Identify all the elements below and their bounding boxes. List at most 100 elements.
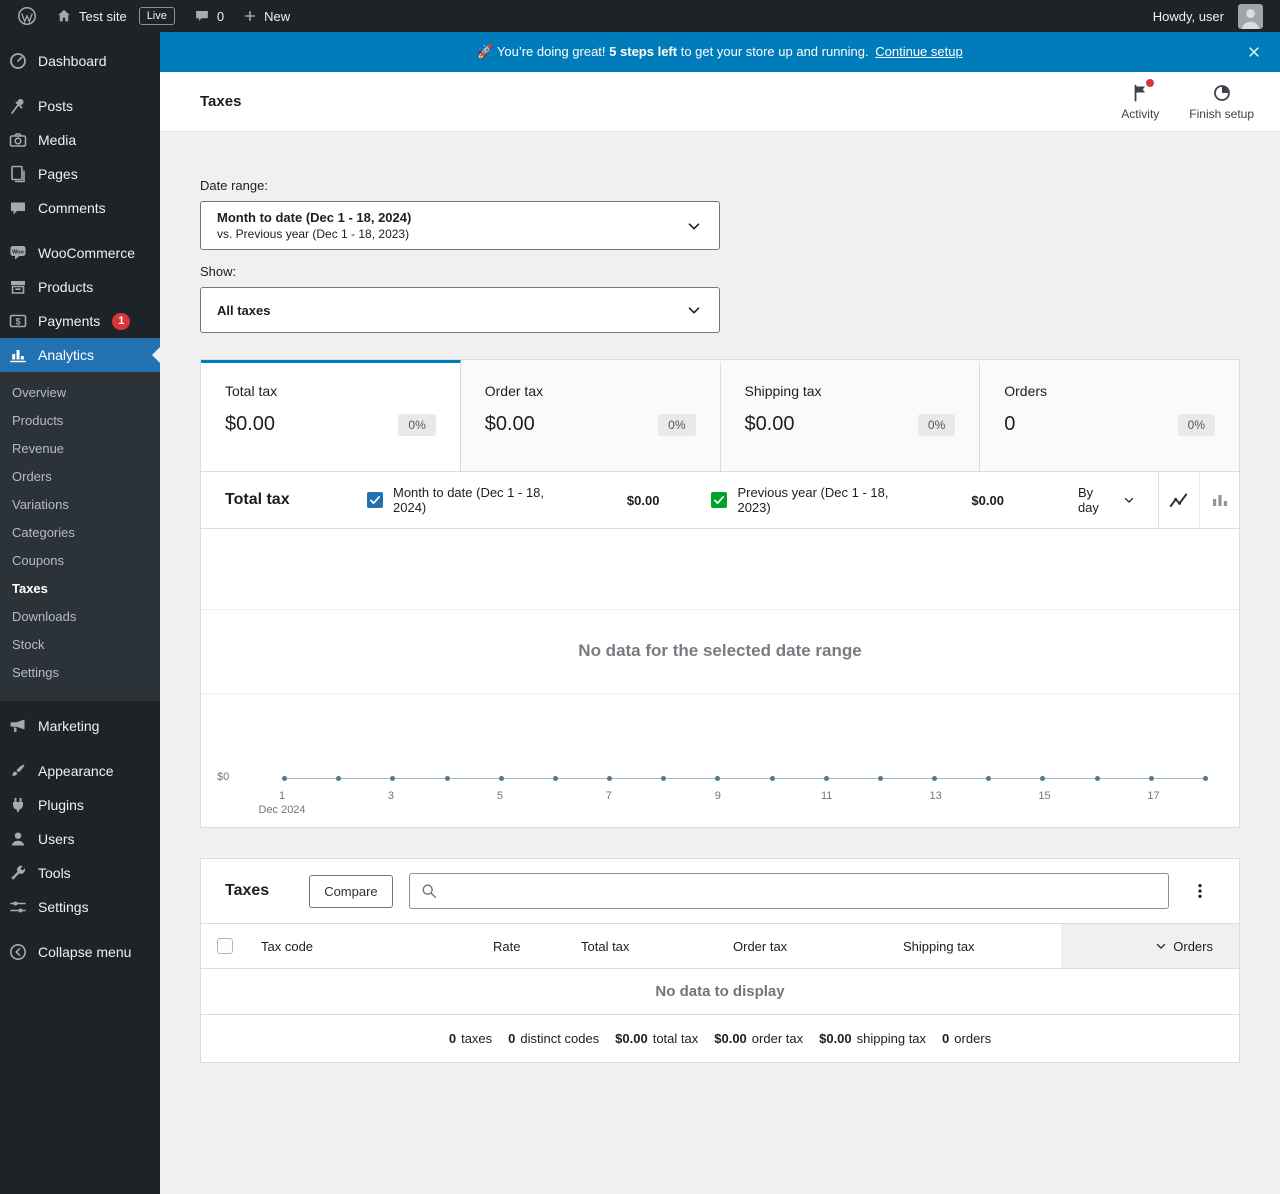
new-menu[interactable]: New [233, 0, 299, 32]
select-all-checkbox[interactable] [201, 924, 249, 968]
sidebar-item-media[interactable]: Media [0, 123, 160, 157]
activity-button[interactable]: Activity [1121, 78, 1160, 121]
submenu-item-settings[interactable]: Settings [0, 659, 160, 687]
admin-bar: Test site Live 0 New Howdy, user [0, 0, 1280, 32]
svg-text:Woo: Woo [12, 249, 24, 255]
x-tick: 3 [387, 790, 394, 802]
sidebar-item-label: Comments [38, 200, 106, 216]
comments-menu[interactable]: 0 [184, 0, 233, 32]
submenu-item-revenue[interactable]: Revenue [0, 435, 160, 463]
notification-dot [1146, 78, 1155, 87]
sidebar-item-label: Analytics [38, 347, 95, 363]
gridline [201, 609, 1239, 610]
column-header-total-tax[interactable]: Total tax [569, 924, 721, 968]
submenu-item-products[interactable]: Products [0, 407, 160, 435]
sidebar-item-posts[interactable]: Posts [0, 89, 160, 123]
sidebar-item-users[interactable]: Users [0, 822, 160, 856]
sidebar-item-plugins[interactable]: Plugins [0, 788, 160, 822]
submenu-item-downloads[interactable]: Downloads [0, 603, 160, 631]
card-value: $0.00 [225, 413, 276, 435]
chart-plot-area: No data for the selected date range $0 1… [201, 529, 1239, 827]
sidebar-item-collapse-menu[interactable]: Collapse menu [0, 935, 160, 969]
sidebar-item-tools[interactable]: Tools [0, 856, 160, 890]
submenu-item-orders[interactable]: Orders [0, 463, 160, 491]
sliders-icon [8, 897, 28, 917]
column-header-tax-code[interactable]: Tax code [249, 924, 481, 968]
submenu-item-overview[interactable]: Overview [0, 379, 160, 407]
finish-setup-button[interactable]: Finish setup [1189, 83, 1254, 121]
sidebar-item-appearance[interactable]: Appearance [0, 754, 160, 788]
interval-select[interactable]: By day [1056, 472, 1158, 528]
summary-card-total-tax[interactable]: Total tax $0.00 0% [201, 360, 461, 471]
date-range-select[interactable]: Month to date (Dec 1 - 18, 2024) vs. Pre… [200, 201, 720, 250]
summary-card-orders[interactable]: Orders 0 0% [980, 360, 1239, 471]
column-header-shipping-tax[interactable]: Shipping tax [891, 924, 1061, 968]
column-header-orders[interactable]: Orders [1061, 924, 1239, 968]
banner-close-button[interactable] [1242, 40, 1266, 64]
table-summary-row: 0 taxes 0 distinct codes $0.00 total tax $0… [201, 1015, 1239, 1062]
analytics-submenu: Overview Products Revenue Orders Variati… [0, 372, 160, 701]
summary-card-shipping-tax[interactable]: Shipping tax $0.00 0% [720, 360, 981, 471]
submenu-item-coupons[interactable]: Coupons [0, 547, 160, 575]
show-select[interactable]: All taxes [200, 287, 720, 333]
sidebar-separator [0, 225, 160, 236]
sidebar-item-comments[interactable]: Comments [0, 191, 160, 225]
activity-label: Activity [1121, 106, 1160, 121]
taxes-table-card: Taxes Compare Tax code Rate Total tax Or… [200, 858, 1240, 1063]
sidebar-separator [0, 924, 160, 935]
howdy-menu[interactable]: Howdy, user [1144, 0, 1272, 32]
sidebar-item-label: Dashboard [38, 53, 107, 69]
summary-card-order-tax[interactable]: Order tax $0.00 0% [460, 360, 721, 471]
sidebar-item-woocommerce[interactable]: Woo WooCommerce [0, 236, 160, 270]
summary-shipping-tax: $0.00 shipping tax [819, 1031, 927, 1046]
sort-chevron-down-icon [1154, 939, 1168, 953]
sidebar-item-dashboard[interactable]: Dashboard [0, 44, 160, 78]
data-point [1040, 776, 1046, 781]
x-tick: 15 [1038, 790, 1051, 802]
card-label: Order tax [484, 383, 544, 399]
legend-label: Previous year (Dec 1 - 18, 2023) [737, 485, 889, 515]
legend-item-current-period[interactable]: Month to date (Dec 1 - 18, 2024) $0.00 [367, 485, 659, 515]
column-header-rate[interactable]: Rate [481, 924, 569, 968]
card-label: Orders [1004, 383, 1048, 399]
sidebar-item-products[interactable]: Products [0, 270, 160, 304]
checkbox-unchecked-icon [217, 938, 233, 954]
site-menu[interactable]: Test site Live [46, 0, 184, 32]
ellipsis-vertical-icon [1191, 882, 1209, 900]
line-chart-toggle[interactable] [1159, 472, 1199, 528]
continue-setup-link[interactable]: Continue setup [875, 44, 962, 59]
site-name: Test site [79, 8, 127, 24]
submenu-item-taxes[interactable]: Taxes [0, 575, 160, 603]
compare-button[interactable]: Compare [309, 874, 393, 908]
sidebar-item-marketing[interactable]: Marketing [0, 709, 160, 743]
table-empty-message: No data to display [201, 969, 1239, 1015]
table-toolbar: Taxes Compare [201, 859, 1239, 923]
close-icon [1246, 44, 1262, 60]
bar-chart-toggle[interactable] [1199, 472, 1239, 528]
submenu-item-variations[interactable]: Variations [0, 491, 160, 519]
sidebar-item-pages[interactable]: Pages [0, 157, 160, 191]
submenu-item-categories[interactable]: Categories [0, 519, 160, 547]
sidebar-item-label: Products [38, 279, 94, 295]
data-point [498, 776, 504, 781]
data-point [336, 776, 342, 781]
data-point [444, 776, 450, 781]
data-point [552, 776, 558, 781]
column-header-order-tax[interactable]: Order tax [721, 924, 891, 968]
sidebar-item-analytics[interactable]: Analytics [0, 338, 160, 372]
sidebar-item-settings[interactable]: Settings [0, 890, 160, 924]
payments-count-badge: 1 [112, 312, 131, 330]
y-axis-zero-label: $0 [217, 771, 230, 783]
data-point [932, 776, 938, 781]
wordpress-logo-menu[interactable] [8, 0, 46, 32]
submenu-item-stock[interactable]: Stock [0, 631, 160, 659]
card-delta-badge: 0% [398, 413, 436, 436]
rocket-emoji: 🚀 [477, 44, 494, 59]
sidebar-item-payments[interactable]: $ Payments 1 [0, 304, 160, 338]
search-input[interactable] [444, 883, 1158, 899]
legend-item-previous-period[interactable]: Previous year (Dec 1 - 18, 2023) $0.00 [711, 485, 1004, 515]
card-value: $0.00 [744, 413, 795, 435]
table-menu-button[interactable] [1185, 878, 1215, 904]
column-header-label: Orders [1173, 938, 1213, 954]
data-point [715, 776, 721, 781]
